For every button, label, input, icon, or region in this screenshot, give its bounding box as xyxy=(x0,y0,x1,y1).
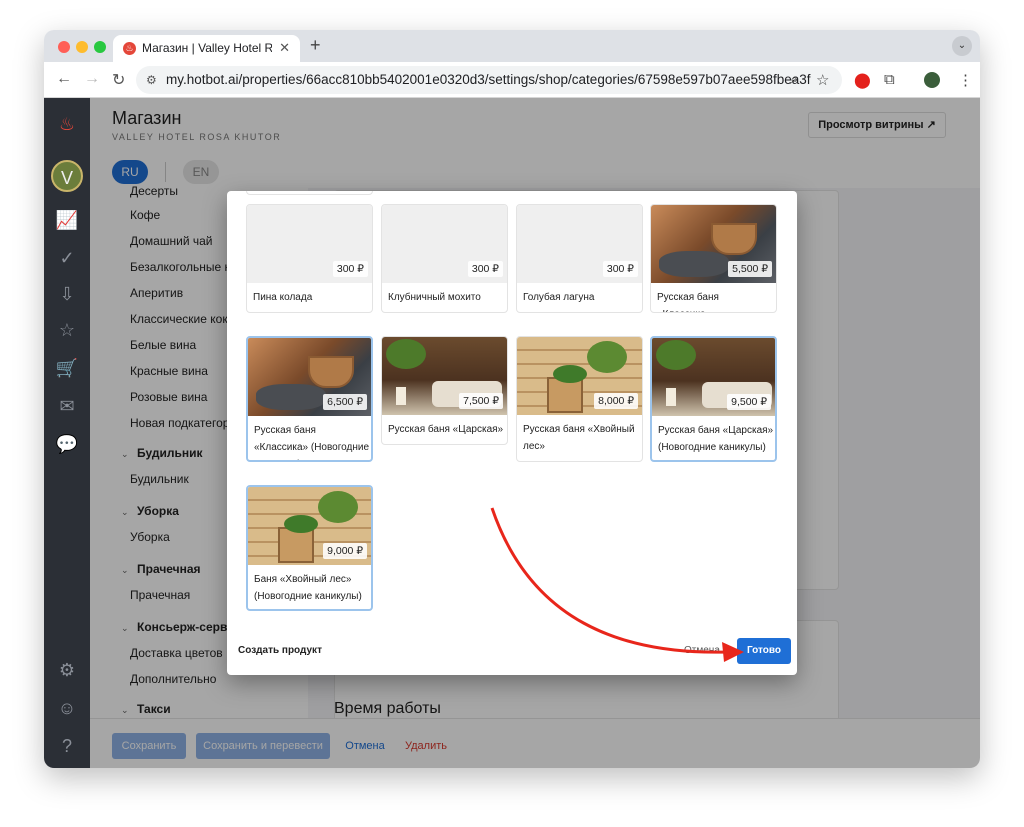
product-card[interactable]: 5,500 ₽ Русская баня «Классика» xyxy=(650,204,777,313)
browser-menu-icon[interactable]: ⋮ xyxy=(958,71,973,89)
address-bar[interactable]: ⚙ my.hotbot.ai/properties/66acc810bb5402… xyxy=(136,66,842,94)
close-tab-icon[interactable]: ✕ xyxy=(279,40,290,56)
maximize-window-button[interactable] xyxy=(94,41,106,53)
url-text: my.hotbot.ai/properties/66acc810bb540200… xyxy=(166,72,811,87)
tab-search-icon[interactable]: ⌄ xyxy=(952,36,972,56)
product-card[interactable]: 7,500 ₽ Русская баня «Царская» xyxy=(381,336,508,445)
app-sidebar: ♨ V 📈 ✓ ⇩ ☆ 🛒 ✉ 💬 ⚙ ☺ ? xyxy=(44,98,90,768)
help-icon[interactable]: ? xyxy=(55,734,79,758)
browser-toolbar: ← → ↻ ⚙ my.hotbot.ai/properties/66acc810… xyxy=(44,62,980,98)
zoom-icon[interactable]: ⌕ xyxy=(790,71,798,88)
product-card[interactable]: 300 ₽ Пина колада xyxy=(246,204,373,313)
cart-icon[interactable]: 🛒 xyxy=(55,356,79,380)
product-card[interactable]: 300 ₽ Голубая лагуна xyxy=(516,204,643,313)
product-price: 9,000 ₽ xyxy=(323,543,367,559)
product-price: 9,500 ₽ xyxy=(727,394,771,410)
product-picker-modal: 300 ₽ Пина колада 300 ₽ Клубничный мохито 30… xyxy=(227,191,797,675)
product-name: Русская баня «Классика» xyxy=(657,292,719,312)
hotbot-logo-icon[interactable]: ♨ xyxy=(55,112,79,136)
product-card[interactable]: 9,500 ₽ Русская баня «Царская» (Новогодни… xyxy=(650,336,777,462)
product-price: 7,500 ₽ xyxy=(459,393,503,409)
browser-tab[interactable]: ♨ Магазин | Valley Hotel Rosa K ✕ xyxy=(113,35,300,62)
product-price: 300 ₽ xyxy=(332,261,368,277)
product-name: Баня «Хвойный лес» (Новогодние каникулы) xyxy=(254,574,362,602)
back-icon[interactable]: ← xyxy=(56,70,72,88)
profile-avatar[interactable] xyxy=(924,72,940,88)
product-name: Русская баня «Хвойный лес» xyxy=(523,424,635,452)
product-card[interactable]: 300 ₽ Клубничный мохито xyxy=(381,204,508,313)
site-info-icon[interactable]: ⚙ xyxy=(146,73,157,87)
inbox-icon[interactable]: ⇩ xyxy=(55,282,79,306)
new-tab-icon[interactable]: + xyxy=(310,35,321,56)
star-box-icon[interactable]: ☆ xyxy=(55,318,79,342)
product-card[interactable]: 9,000 ₽ Баня «Хвойный лес» (Новогодние ка… xyxy=(246,485,373,611)
product-price: 300 ₽ xyxy=(602,261,638,277)
product-price: 6,500 ₽ xyxy=(323,394,367,410)
title-bar: ♨ Магазин | Valley Hotel Rosa K ✕ + ⌄ xyxy=(44,30,980,62)
minimize-window-button[interactable] xyxy=(76,41,88,53)
flame-icon: ♨ xyxy=(123,42,136,55)
tasks-check-icon[interactable]: ✓ xyxy=(55,246,79,270)
opera-icon[interactable]: ⬤ xyxy=(854,71,871,89)
reload-icon[interactable]: ↻ xyxy=(112,70,125,90)
mail-icon[interactable]: ✉ xyxy=(55,394,79,418)
done-button[interactable]: Готово xyxy=(737,638,791,664)
property-avatar[interactable]: V xyxy=(51,160,83,192)
product-name: Русская баня «Классика» (Новогодние кани… xyxy=(254,425,370,460)
create-product-button[interactable]: Создать продукт xyxy=(238,645,322,656)
product-name: Русская баня «Царская» (Новогодние каник… xyxy=(658,425,774,453)
modal-cancel-button[interactable]: Отмена xyxy=(684,645,720,656)
product-card[interactable]: 8,000 ₽ Русская баня «Хвойный лес» xyxy=(516,336,643,462)
forward-icon[interactable]: → xyxy=(84,70,100,88)
chat-icon[interactable]: 💬 xyxy=(55,432,79,456)
product-price: 5,500 ₽ xyxy=(728,261,772,277)
product-name: Клубничный мохито xyxy=(388,292,481,303)
account-icon[interactable]: ☺ xyxy=(55,696,79,720)
product-price: 300 ₽ xyxy=(467,261,503,277)
product-card-partial[interactable] xyxy=(246,191,373,195)
bookmark-star-icon[interactable]: ☆ xyxy=(816,71,829,89)
product-name: Голубая лагуна xyxy=(523,292,595,303)
analytics-icon[interactable]: 📈 xyxy=(55,208,79,232)
close-window-button[interactable] xyxy=(58,41,70,53)
settings-gear-icon[interactable]: ⚙ xyxy=(55,658,79,682)
product-price: 8,000 ₽ xyxy=(594,393,638,409)
extensions-icon[interactable]: ⧉ xyxy=(884,71,895,88)
product-name: Пина колада xyxy=(253,292,313,303)
product-name: Русская баня «Царская» xyxy=(388,424,504,435)
product-card[interactable]: 6,500 ₽ Русская баня «Классика» (Новогодн… xyxy=(246,336,373,462)
tab-title: Магазин | Valley Hotel Rosa K xyxy=(142,41,272,55)
